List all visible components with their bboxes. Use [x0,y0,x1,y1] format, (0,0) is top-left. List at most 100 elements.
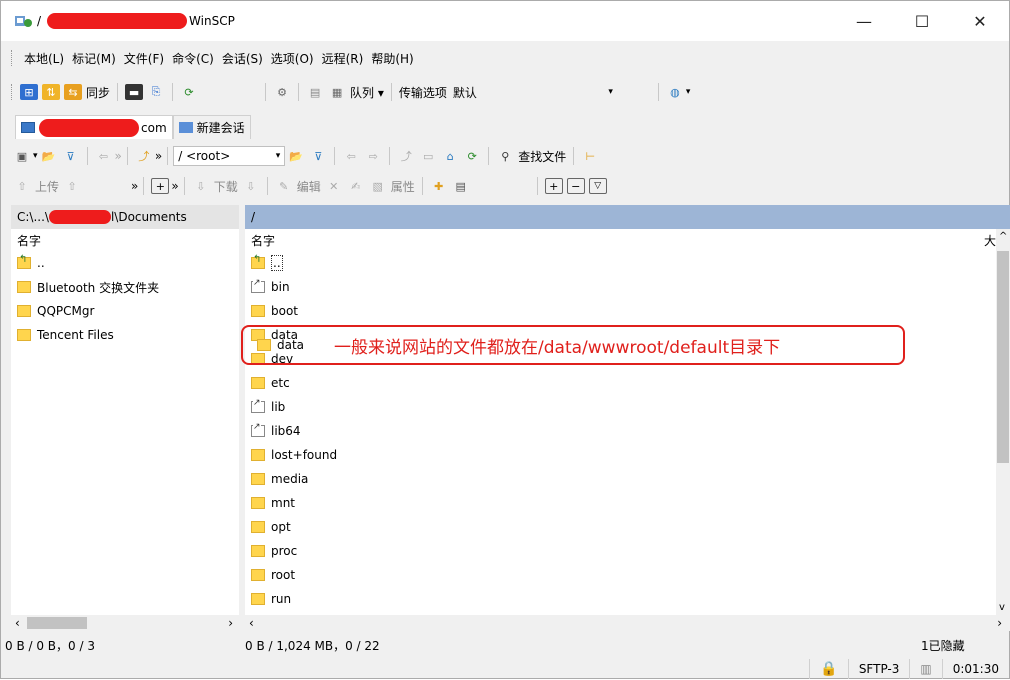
unselect-all-icon[interactable]: − [566,178,585,194]
properties-icon[interactable]: ▧ [369,178,387,194]
more-icon[interactable]: » [115,149,122,163]
expand-plus-icon[interactable]: + [151,178,170,194]
list-item[interactable]: etc [245,371,996,395]
list-item[interactable]: boot [245,299,996,323]
list-item[interactable]: lib [245,395,996,419]
chevron-down-icon[interactable]: ▾ [33,151,38,161]
close-button[interactable]: ✕ [951,1,1009,41]
list-item[interactable]: .. [245,251,996,275]
maximize-button[interactable]: ☐ [893,1,951,41]
tab-new-session[interactable]: 新建会话 [172,115,251,139]
list-item[interactable]: mnt [245,491,996,515]
scroll-thumb[interactable] [997,251,1009,463]
tab-current-session[interactable]: com [15,115,173,139]
remote-size-column-header[interactable]: 大 [984,232,996,249]
list-item[interactable]: lost+found [245,443,996,467]
transfer-settings-select[interactable]: 默认 ▾ [449,82,617,102]
console-icon[interactable]: ▬ [125,84,144,100]
queue-list-icon[interactable]: ▤ [306,84,324,100]
open-folder-icon[interactable]: 📂 [40,148,58,164]
new-file-icon[interactable]: ▤ [452,178,470,194]
remote-horizontal-scrollbar[interactable]: ‹ › [245,615,1010,631]
menu-command[interactable]: 命令(C) [168,50,218,67]
hidden-files-text[interactable]: 1已隐藏 [921,637,965,654]
sync-icon[interactable]: ⇆ [64,84,82,100]
menu-help[interactable]: 帮助(H) [367,50,417,67]
properties-label[interactable]: 属性 [391,178,415,195]
download-label[interactable]: 下载 [214,178,238,195]
sync-button-label[interactable]: 同步 [86,84,110,101]
remote-path-bar[interactable]: / [245,205,1010,229]
putty-icon[interactable]: ⎘ [147,84,165,100]
scroll-up-icon[interactable]: ^ [999,231,1007,242]
parent-folder-icon[interactable]: ⤴ [397,148,415,164]
list-item[interactable]: proc [245,539,996,563]
scroll-thumb[interactable] [27,617,87,629]
list-item[interactable]: opt [245,515,996,539]
list-item[interactable]: media [245,467,996,491]
list-item[interactable]: QQPCMgr [11,299,239,323]
scroll-left-icon[interactable]: ‹ [245,616,254,630]
root-folder-icon[interactable]: ▭ [419,148,437,164]
menu-file[interactable]: 文件(F) [120,50,168,67]
scroll-right-icon[interactable]: › [997,616,1010,630]
find-binoculars-icon[interactable]: ⚲ [496,148,514,164]
upload-icon[interactable]: ⇧ [13,178,31,194]
delete-icon[interactable]: ✕ [325,178,343,194]
chevron-down-icon[interactable]: ▾ [686,87,691,97]
scroll-right-icon[interactable]: › [228,616,239,630]
download-options-icon[interactable]: ⇩ [242,178,260,194]
preferences-gear-icon[interactable]: ⚙ [273,84,291,100]
menu-remote[interactable]: 远程(R) [318,50,368,67]
filter-icon[interactable]: ⊽ [62,148,80,164]
filter-icon[interactable]: ⊽ [309,148,327,164]
queue-icon[interactable]: ▦ [328,84,346,100]
home-icon[interactable]: ⌂ [441,148,459,164]
list-item[interactable]: Bluetooth 交换文件夹 [11,275,239,299]
open-folder-icon[interactable]: 📂 [287,148,305,164]
list-item[interactable]: .. [11,251,239,275]
back-icon[interactable]: ⇦ [342,148,360,164]
list-item[interactable]: bin [245,275,996,299]
more-icon[interactable]: » [155,149,162,163]
list-item[interactable]: Tencent Files [11,323,239,347]
compare-icon[interactable]: ⊞ [20,84,38,100]
globe-icon[interactable]: ◍ [666,84,684,100]
download-icon[interactable]: ⇩ [192,178,210,194]
remote-path-select[interactable]: / <root> ▾ [173,146,286,166]
rename-icon[interactable]: ✍ [347,178,365,194]
select-filter-icon[interactable]: ▽ [588,178,607,194]
upload-label[interactable]: 上传 [35,178,59,195]
synchronize-browse-icon[interactable]: ⇅ [42,84,60,100]
remote-vertical-scrollbar[interactable]: ^ v [996,229,1010,615]
select-all-icon[interactable]: + [544,178,563,194]
scroll-left-icon[interactable]: ‹ [11,616,20,630]
edit-icon[interactable]: ✎ [275,178,293,194]
menu-mark[interactable]: 标记(M) [68,50,120,67]
minimize-button[interactable]: — [835,1,893,41]
scroll-down-icon[interactable]: v [999,602,1005,613]
remote-name-column-header[interactable]: 名字 [251,232,275,249]
local-drive-icon[interactable]: ▣ [13,148,31,164]
more-icon[interactable]: » [171,179,178,193]
menu-session[interactable]: 会话(S) [218,50,267,67]
upload-options-icon[interactable]: ⇧ [63,178,81,194]
refresh-icon[interactable]: ⟳ [463,148,481,164]
more-icon[interactable]: » [131,179,138,193]
new-folder-icon[interactable]: ✚ [430,178,448,194]
local-path-bar[interactable]: C:\...\ l\Documents [11,205,239,229]
local-name-column-header[interactable]: 名字 [11,229,239,251]
list-item[interactable]: run [245,587,996,611]
forward-icon[interactable]: ⇨ [364,148,382,164]
find-files-label[interactable]: 查找文件 [518,148,566,165]
edit-label[interactable]: 编辑 [297,178,321,195]
tree-icon[interactable]: ⊢ [581,148,599,164]
refresh-icon[interactable]: ⟳ [180,84,198,100]
menu-local[interactable]: 本地(L) [20,50,68,67]
queue-button-label[interactable]: 队列 ▾ [350,84,384,101]
menu-options[interactable]: 选项(O) [267,50,318,67]
back-icon[interactable]: ⇦ [95,148,113,164]
local-horizontal-scrollbar[interactable]: ‹ › [11,615,239,631]
parent-folder-icon[interactable]: ⤴ [135,148,153,164]
list-item[interactable]: root [245,563,996,587]
